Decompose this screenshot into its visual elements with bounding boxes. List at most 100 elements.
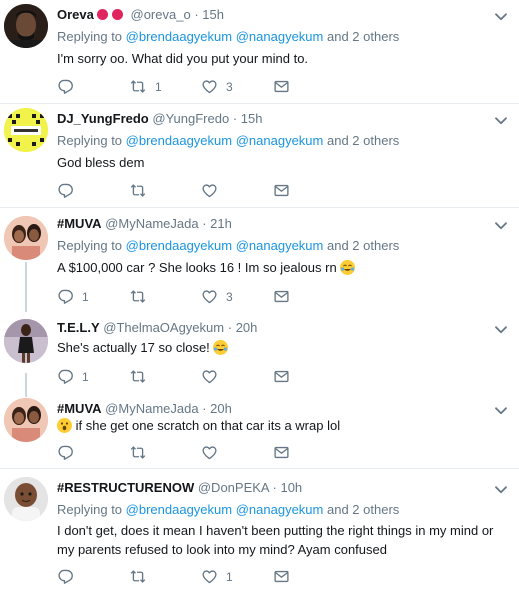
heart-icon	[201, 182, 218, 199]
reply-icon	[57, 444, 74, 461]
like-count: 3	[226, 79, 233, 94]
retweet-icon	[129, 78, 147, 95]
retweet-icon	[129, 288, 147, 305]
like-button[interactable]	[201, 444, 226, 461]
tweet[interactable]: Oreva @oreva_o · 15h Replying to @brenda…	[0, 0, 519, 103]
display-name[interactable]: #MUVA	[57, 216, 102, 231]
retweet-icon	[129, 182, 147, 199]
replying-to: Replying to @brendaagyekum @nanagyekum a…	[57, 502, 399, 518]
display-name[interactable]: #MUVA	[57, 401, 102, 416]
chevron-down-icon[interactable]	[495, 326, 507, 334]
user-handle[interactable]: @oreva_o	[131, 7, 191, 22]
retweet-button[interactable]	[129, 288, 155, 305]
display-name[interactable]: DJ_YungFredo	[57, 111, 149, 126]
user-handle[interactable]: @MyNameJada	[105, 216, 198, 231]
chevron-down-icon[interactable]	[495, 117, 507, 125]
dm-button[interactable]	[273, 182, 290, 199]
retweet-button[interactable]	[129, 568, 155, 585]
chevron-down-icon[interactable]	[495, 486, 507, 494]
mention-link[interactable]: @nanagyekum	[236, 133, 324, 148]
mention-link[interactable]: @brendaagyekum	[126, 133, 232, 148]
others-label[interactable]: and 2 others	[327, 133, 399, 148]
timestamp[interactable]: 20h	[236, 320, 258, 335]
tears-of-joy-emoji-icon	[340, 260, 356, 275]
user-handle[interactable]: @YungFredo	[152, 111, 229, 126]
chevron-down-icon[interactable]	[495, 13, 507, 21]
tweet-header: #RESTRUCTURENOW @DonPEKA · 10h	[57, 480, 302, 496]
retweet-icon	[129, 568, 147, 585]
others-label[interactable]: and 2 others	[327, 502, 399, 517]
retweet-icon	[129, 368, 147, 385]
reply-button[interactable]	[57, 444, 82, 461]
tweet[interactable]: T.E.L.Y @ThelmaOAgyekum · 20h She's actu…	[0, 312, 519, 394]
timestamp[interactable]: 15h	[241, 111, 263, 126]
retweet-button[interactable]	[129, 368, 155, 385]
avatar[interactable]	[4, 398, 48, 442]
dm-button[interactable]	[273, 288, 290, 305]
retweet-button[interactable]	[129, 182, 155, 199]
user-handle[interactable]: @ThelmaOAgyekum	[103, 320, 224, 335]
like-button[interactable]	[201, 368, 226, 385]
dm-button[interactable]	[273, 444, 290, 461]
envelope-icon	[273, 444, 290, 461]
envelope-icon	[273, 288, 290, 305]
avatar[interactable]	[4, 108, 48, 152]
tweet[interactable]: #MUVA @MyNameJada · 20h if she get one s…	[0, 394, 519, 468]
mention-link[interactable]: @brendaagyekum	[126, 29, 232, 44]
dm-button[interactable]	[273, 368, 290, 385]
display-name[interactable]: Oreva	[57, 7, 94, 22]
tweet[interactable]: #MUVA @MyNameJada · 21h Replying to @bre…	[0, 208, 519, 312]
reply-button[interactable]	[57, 182, 82, 199]
reply-button[interactable]	[57, 78, 82, 95]
like-button[interactable]: 1	[201, 568, 233, 585]
display-name[interactable]: #RESTRUCTURENOW	[57, 480, 194, 495]
tweet-header: #MUVA @MyNameJada · 21h	[57, 216, 232, 232]
timestamp[interactable]: 10h	[280, 480, 302, 495]
reply-icon	[57, 182, 74, 199]
timestamp[interactable]: 21h	[210, 216, 232, 231]
chevron-down-icon[interactable]	[495, 222, 507, 230]
avatar[interactable]	[4, 319, 48, 363]
heart-icon	[201, 368, 218, 385]
reply-button[interactable]: 1	[57, 288, 89, 305]
mention-link[interactable]: @nanagyekum	[236, 238, 324, 253]
others-label[interactable]: and 2 others	[327, 238, 399, 253]
separator: ·	[232, 111, 238, 126]
timestamp[interactable]: 20h	[210, 401, 232, 416]
tweet-text: I don't get, does it mean I haven't been…	[57, 523, 494, 557]
tweet-header: Oreva @oreva_o · 15h	[57, 7, 224, 23]
tweet-text: She's actually 17 so close!	[57, 338, 512, 357]
mention-link[interactable]: @brendaagyekum	[126, 238, 232, 253]
retweet-button[interactable]	[129, 444, 155, 461]
envelope-icon	[273, 182, 290, 199]
reply-button[interactable]	[57, 568, 82, 585]
dm-button[interactable]	[273, 78, 290, 95]
avatar[interactable]	[4, 216, 48, 260]
tweet-header: #MUVA @MyNameJada · 20h	[57, 401, 232, 417]
reply-count: 1	[82, 289, 89, 304]
mention-link[interactable]: @brendaagyekum	[126, 502, 232, 517]
mention-link[interactable]: @nanagyekum	[236, 29, 324, 44]
surprised-face-emoji-icon	[57, 418, 72, 433]
retweet-button[interactable]: 1	[129, 78, 162, 95]
reply-button[interactable]: 1	[57, 368, 89, 385]
red-circle-emoji-icon	[111, 9, 123, 20]
timestamp[interactable]: 15h	[202, 7, 224, 22]
like-button[interactable]: 3	[201, 78, 233, 95]
tweet-text-content: A $100,000 car ? She looks 16 ! Im so je…	[57, 260, 337, 275]
like-button[interactable]	[201, 182, 226, 199]
like-button[interactable]: 3	[201, 288, 233, 305]
mention-link[interactable]: @nanagyekum	[236, 502, 324, 517]
avatar[interactable]	[4, 477, 48, 521]
dm-button[interactable]	[273, 568, 290, 585]
chevron-down-icon[interactable]	[495, 407, 507, 415]
display-name[interactable]: T.E.L.Y	[57, 320, 100, 335]
user-handle[interactable]: @MyNameJada	[105, 401, 198, 416]
heart-icon	[201, 444, 218, 461]
tweet[interactable]: #RESTRUCTURENOW @DonPEKA · 10h Replying …	[0, 469, 519, 596]
replying-to-label: Replying to	[57, 133, 123, 148]
user-handle[interactable]: @DonPEKA	[198, 480, 269, 495]
avatar[interactable]	[4, 4, 48, 48]
others-label[interactable]: and 2 others	[327, 29, 399, 44]
tweet[interactable]: DJ_YungFredo @YungFredo · 15h Replying t…	[0, 104, 519, 207]
